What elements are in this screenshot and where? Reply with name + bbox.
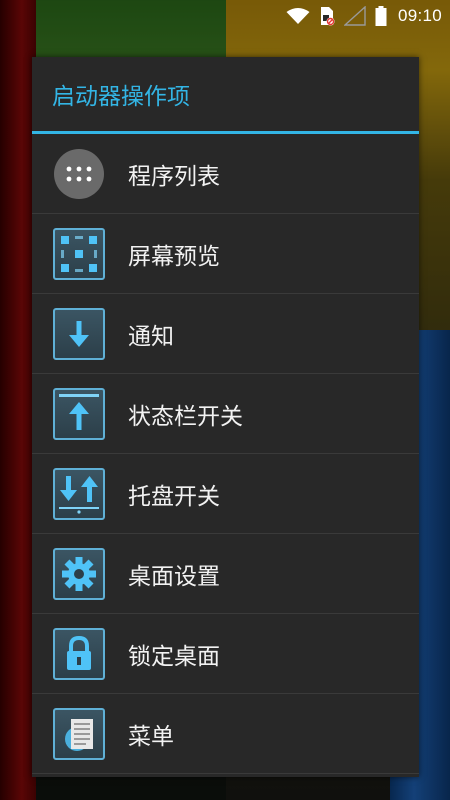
- wifi-icon: [286, 7, 310, 25]
- battery-full-icon: [375, 6, 387, 26]
- dialog-title: 启动器操作项: [32, 57, 419, 134]
- gear-icon: [52, 547, 106, 601]
- menu-item-label: 桌面设置: [128, 563, 220, 590]
- menu-item-screen-preview[interactable]: 屏幕预览: [32, 214, 419, 294]
- menu-item-tray-toggle[interactable]: 托盘开关: [32, 454, 419, 534]
- menu-item-lock-desktop[interactable]: 锁定桌面: [32, 614, 419, 694]
- menu-item-app-list[interactable]: 程序列表: [32, 134, 419, 214]
- menu-item-label: 屏幕预览: [128, 243, 220, 270]
- menu-item-label: 菜单: [128, 723, 174, 750]
- tray-toggle-icon: [52, 467, 106, 521]
- menu-item-notification[interactable]: 通知: [32, 294, 419, 374]
- lock-icon: [52, 627, 106, 681]
- status-bar: 09:10: [0, 0, 450, 32]
- menu-item-label: 状态栏开关: [128, 403, 243, 430]
- statusbar-up-arrow-icon: [52, 387, 106, 441]
- screen: 09:10 启动器操作项 程序列表 屏幕预览 通知 状态栏开关 托盘开关 桌面设…: [0, 0, 450, 800]
- menu-item-menu[interactable]: 菜单: [32, 694, 419, 774]
- menu-item-desktop-settings[interactable]: 桌面设置: [32, 534, 419, 614]
- menu-item-label: 锁定桌面: [128, 643, 220, 670]
- menu-item-label: 通知: [128, 323, 174, 350]
- notification-down-arrow-icon: [52, 307, 106, 361]
- menu-item-statusbar-toggle[interactable]: 状态栏开关: [32, 374, 419, 454]
- menu-document-icon: [52, 707, 106, 761]
- sim-no-service-icon: [319, 6, 335, 26]
- app-drawer-icon: [52, 147, 106, 201]
- menu-item-label: 托盘开关: [128, 483, 220, 510]
- signal-empty-icon: [343, 6, 366, 26]
- status-time: 09:10: [397, 6, 442, 25]
- screen-preview-icon: [52, 227, 106, 281]
- menu-item-label: 程序列表: [128, 163, 220, 190]
- launcher-actions-dialog: 启动器操作项 程序列表 屏幕预览 通知 状态栏开关 托盘开关 桌面设置 锁定桌面…: [32, 57, 419, 777]
- menu-list: 程序列表 屏幕预览 通知 状态栏开关 托盘开关 桌面设置 锁定桌面 菜单: [32, 134, 419, 774]
